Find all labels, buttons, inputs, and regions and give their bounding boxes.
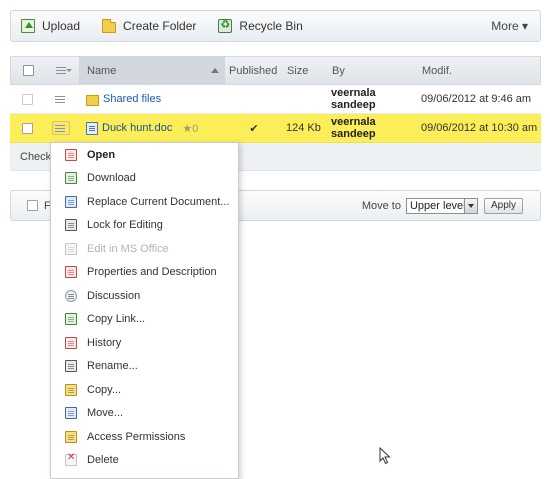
menu-item-label: Move... <box>87 407 124 420</box>
menu-item-label: Delete <box>87 454 119 467</box>
properties-icon <box>65 266 77 279</box>
menu-item-rename[interactable]: Rename... <box>51 355 238 379</box>
menu-item-edit-in-ms-office: Edit in MS Office <box>51 237 238 261</box>
sort-ascending-icon <box>211 68 219 73</box>
menu-item-copy[interactable]: Copy... <box>51 378 238 402</box>
rating-star[interactable]: ★0 <box>182 122 198 135</box>
row-name-cell: Shared files <box>78 93 224 106</box>
access-permissions-icon <box>65 430 77 443</box>
toolbar: Upload Create Folder Recycle Bin More ▾ <box>10 10 541 42</box>
upload-icon <box>21 19 35 33</box>
menu-item-label: Copy... <box>87 383 122 396</box>
menu-item-open[interactable]: Open <box>51 143 238 167</box>
menu-item-lock-for-editing[interactable]: Lock for Editing <box>51 214 238 238</box>
row-checkbox[interactable] <box>21 93 33 105</box>
rename-icon <box>65 360 77 373</box>
upload-label: Upload <box>42 19 81 33</box>
menu-item-properties[interactable]: Properties and Description <box>51 261 238 285</box>
chevron-down-icon[interactable] <box>463 198 477 213</box>
row-checkbox-cell <box>10 122 44 134</box>
row-menu-icon <box>55 124 67 133</box>
open-icon <box>65 148 77 161</box>
row-name-link[interactable]: Shared files <box>103 93 161 105</box>
menu-item-label: Properties and Description <box>87 266 217 279</box>
create-folder-button[interactable]: Create Folder <box>92 11 206 41</box>
move-to-value: Upper level <box>409 199 466 212</box>
row-modified: 09/06/2012 at 10:30 am <box>421 122 538 134</box>
move-to-select[interactable]: Upper level <box>405 197 478 214</box>
menu-item-delete[interactable]: Delete <box>51 449 238 473</box>
menu-item-replace-document[interactable]: Replace Current Document... <box>51 190 238 214</box>
header-name-label: Name <box>87 64 117 77</box>
select-all-cell <box>11 65 45 76</box>
menu-item-label: Lock for Editing <box>87 219 163 232</box>
menu-item-history[interactable]: History <box>51 331 238 355</box>
menu-item-label: Rename... <box>87 360 138 373</box>
folder-icon <box>102 18 117 33</box>
recycle-bin-icon <box>218 18 233 33</box>
menu-item-move[interactable]: Move... <box>51 402 238 426</box>
select-all-checkbox[interactable] <box>22 65 34 76</box>
create-folder-label: Create Folder <box>123 19 197 33</box>
lock-icon <box>65 219 77 232</box>
table-row[interactable]: Shared files veernala sandeep 09/06/2012… <box>10 85 541 114</box>
footer-checkbox[interactable] <box>27 200 38 211</box>
move-icon <box>65 407 77 420</box>
menu-item-download[interactable]: Download <box>51 167 238 191</box>
copy-link-icon <box>65 313 77 326</box>
header-size[interactable]: Size <box>285 65 329 77</box>
menu-item-label: History <box>87 336 122 349</box>
row-published-check: ✔ <box>249 122 259 135</box>
row-menu-icon[interactable] <box>55 95 67 104</box>
header-by[interactable]: By <box>329 65 422 77</box>
row-by: veernala sandeep <box>331 87 376 111</box>
row-modified: 09/06/2012 at 9:46 am <box>421 93 532 105</box>
row-menu-button[interactable] <box>52 121 70 135</box>
discussion-icon <box>65 289 77 302</box>
more-menu-button[interactable]: More ▾ <box>491 19 540 33</box>
ms-office-icon <box>65 242 77 255</box>
header-name[interactable]: Name <box>79 57 225 84</box>
check-bar-label: Check <box>20 150 52 163</box>
history-icon <box>65 336 77 349</box>
row-name-link[interactable]: Duck hunt.doc <box>102 122 172 134</box>
mouse-cursor-icon <box>379 447 391 465</box>
table-header: Name Published Size By Modif. <box>10 56 541 85</box>
apply-button[interactable]: Apply <box>483 197 523 214</box>
move-to-label: Move to <box>361 199 401 212</box>
row-size: 124 Kb <box>286 122 321 134</box>
menu-item-copy-link[interactable]: Copy Link... <box>51 308 238 332</box>
download-icon <box>65 172 77 185</box>
delete-icon <box>65 452 77 467</box>
folder-icon <box>86 94 99 106</box>
menu-item-label: Copy Link... <box>87 313 146 326</box>
menu-item-access-permissions[interactable]: Access Permissions <box>51 425 238 449</box>
recycle-bin-label: Recycle Bin <box>239 19 303 33</box>
row-name-cell: Duck hunt.doc ★0 <box>78 121 224 135</box>
menu-item-label: Open <box>87 148 116 161</box>
row-checkbox[interactable] <box>21 122 33 134</box>
row-menu-cell <box>44 121 78 135</box>
header-published[interactable]: Published <box>225 65 285 77</box>
recycle-bin-button[interactable]: Recycle Bin <box>208 11 312 41</box>
menu-item-label: Edit in MS Office <box>87 242 169 255</box>
document-icon <box>86 121 98 135</box>
row-by: veernala sandeep <box>331 116 376 140</box>
columns-menu-icon[interactable] <box>56 66 72 75</box>
menu-item-label: Access Permissions <box>87 430 186 443</box>
menu-item-label: Discussion <box>87 289 141 302</box>
replace-document-icon <box>65 195 77 208</box>
table-row-selected[interactable]: Duck hunt.doc ★0 ✔ 124 Kb veernala sande… <box>10 114 541 143</box>
menu-item-label: Replace Current Document... <box>87 195 230 208</box>
row-menu-cell <box>44 95 78 104</box>
menu-item-label: Download <box>87 172 136 185</box>
row-checkbox-cell <box>10 93 44 105</box>
header-menu-cell <box>45 66 79 75</box>
upload-button[interactable]: Upload <box>11 11 90 41</box>
menu-item-discussion[interactable]: Discussion <box>51 284 238 308</box>
header-modified[interactable]: Modif. <box>422 65 540 77</box>
context-menu: Open Download Replace Current Document..… <box>50 142 239 479</box>
copy-icon <box>65 383 77 396</box>
